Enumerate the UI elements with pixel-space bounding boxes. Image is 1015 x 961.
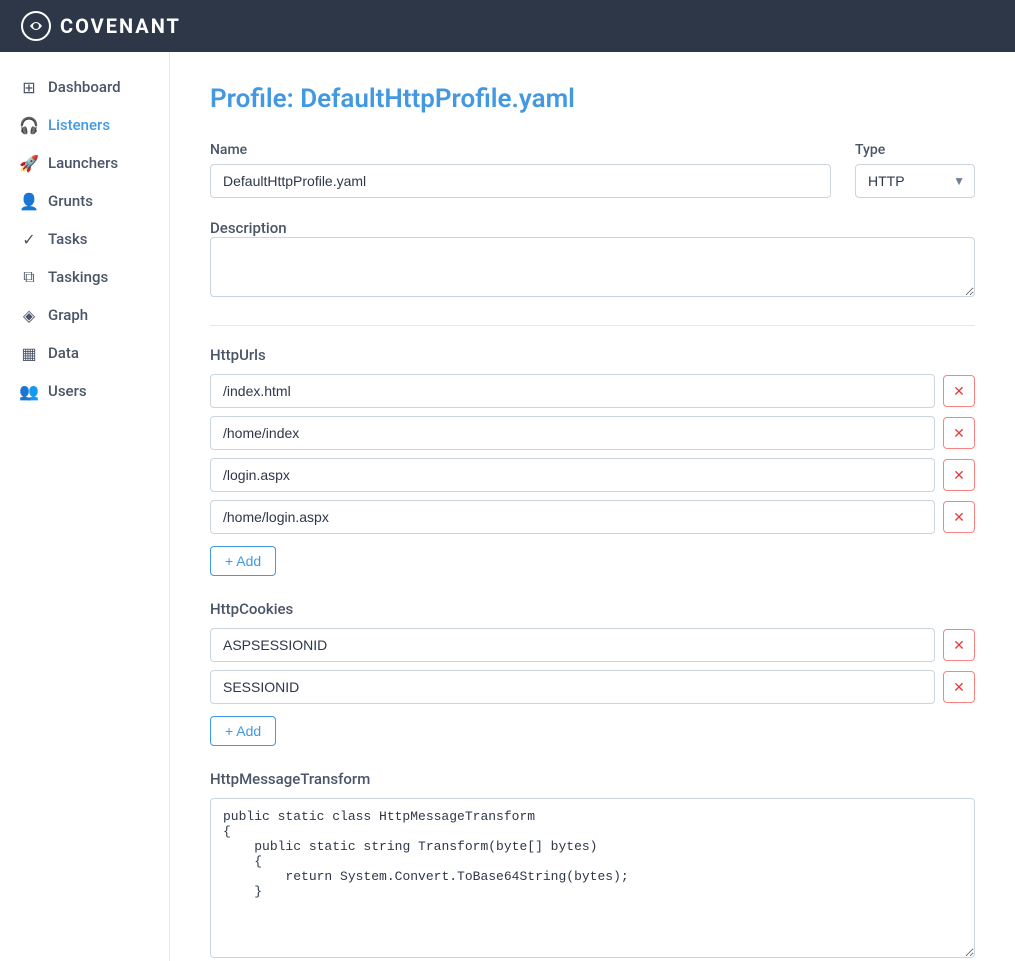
description-input[interactable] — [210, 237, 975, 297]
remove-url-3-button[interactable]: ✕ — [943, 501, 975, 533]
url-row-3: ✕ — [210, 500, 975, 534]
cookie-row-1: ✕ — [210, 670, 975, 704]
http-message-transform-input[interactable]: public static class HttpMessageTransform… — [210, 798, 975, 958]
sidebar-label-taskings: Taskings — [48, 268, 108, 286]
dashboard-icon: ⊞ — [20, 78, 38, 96]
page-title-value: DefaultHttpProfile.yaml — [300, 84, 575, 114]
type-group: Type HTTP HTTPS ▼ — [855, 142, 975, 198]
url-row-1: ✕ — [210, 416, 975, 450]
page-title-prefix: Profile: — [210, 84, 300, 114]
sidebar-item-grunts[interactable]: 👤 Grunts — [0, 182, 169, 220]
sidebar-item-tasks[interactable]: ✓ Tasks — [0, 220, 169, 258]
remove-url-0-button[interactable]: ✕ — [943, 375, 975, 407]
type-label: Type — [855, 142, 975, 158]
http-message-transform-section: HttpMessageTransform public static class… — [210, 770, 975, 961]
url-input-2[interactable] — [210, 458, 935, 492]
sidebar-label-dashboard: Dashboard — [48, 78, 121, 96]
topbar: COVENANT — [0, 0, 1015, 52]
type-select[interactable]: HTTP HTTPS — [855, 164, 975, 198]
cookie-input-0[interactable] — [210, 628, 935, 662]
name-label: Name — [210, 142, 831, 158]
sidebar: ⊞ Dashboard 🎧 Listeners 🚀 Launchers 👤 Gr… — [0, 52, 170, 961]
remove-url-2-button[interactable]: ✕ — [943, 459, 975, 491]
listeners-icon: 🎧 — [20, 116, 38, 134]
url-input-3[interactable] — [210, 500, 935, 534]
description-label: Description — [210, 219, 287, 237]
url-input-1[interactable] — [210, 416, 935, 450]
sidebar-label-graph: Graph — [48, 306, 88, 324]
sidebar-label-tasks: Tasks — [48, 230, 88, 248]
app-body: ⊞ Dashboard 🎧 Listeners 🚀 Launchers 👤 Gr… — [0, 52, 1015, 961]
sidebar-item-dashboard[interactable]: ⊞ Dashboard — [0, 68, 169, 106]
sidebar-item-data[interactable]: ▦ Data — [0, 334, 169, 372]
sidebar-item-launchers[interactable]: 🚀 Launchers — [0, 144, 169, 182]
users-icon: 👥 — [20, 382, 38, 400]
sidebar-label-listeners: Listeners — [48, 116, 110, 134]
sidebar-item-graph[interactable]: ◈ Graph — [0, 296, 169, 334]
add-cookie-button[interactable]: + Add — [210, 716, 276, 746]
sidebar-item-listeners[interactable]: 🎧 Listeners — [0, 106, 169, 144]
graph-icon: ◈ — [20, 306, 38, 324]
sidebar-label-data: Data — [48, 344, 79, 362]
covenant-logo-icon — [20, 10, 52, 42]
logo-text: COVENANT — [60, 14, 181, 38]
sidebar-item-taskings[interactable]: ⧉ Taskings — [0, 258, 169, 296]
divider-1 — [210, 325, 975, 326]
grunts-icon: 👤 — [20, 192, 38, 210]
description-section: Description — [210, 218, 975, 301]
url-row-2: ✕ — [210, 458, 975, 492]
logo[interactable]: COVENANT — [20, 10, 181, 42]
remove-url-1-button[interactable]: ✕ — [943, 417, 975, 449]
cookie-row-0: ✕ — [210, 628, 975, 662]
http-cookies-label: HttpCookies — [210, 600, 975, 618]
http-cookies-section: HttpCookies ✕ ✕ + Add — [210, 600, 975, 746]
cookie-input-1[interactable] — [210, 670, 935, 704]
main-content: Profile: DefaultHttpProfile.yaml Name Ty… — [170, 52, 1015, 961]
remove-cookie-0-button[interactable]: ✕ — [943, 629, 975, 661]
sidebar-item-users[interactable]: 👥 Users — [0, 372, 169, 410]
add-url-button[interactable]: + Add — [210, 546, 276, 576]
type-select-wrapper: HTTP HTTPS ▼ — [855, 164, 975, 198]
url-row-0: ✕ — [210, 374, 975, 408]
http-urls-section: HttpUrls ✕ ✕ ✕ ✕ + Add — [210, 346, 975, 576]
data-icon: ▦ — [20, 344, 38, 362]
name-type-row: Name Type HTTP HTTPS ▼ — [210, 142, 975, 198]
page-title: Profile: DefaultHttpProfile.yaml — [210, 84, 975, 114]
name-input[interactable] — [210, 164, 831, 198]
sidebar-label-launchers: Launchers — [48, 154, 118, 172]
remove-cookie-1-button[interactable]: ✕ — [943, 671, 975, 703]
tasks-icon: ✓ — [20, 230, 38, 248]
name-group: Name — [210, 142, 831, 198]
url-input-0[interactable] — [210, 374, 935, 408]
sidebar-label-grunts: Grunts — [48, 192, 93, 210]
sidebar-label-users: Users — [48, 382, 87, 400]
http-urls-label: HttpUrls — [210, 346, 975, 364]
launchers-icon: 🚀 — [20, 154, 38, 172]
taskings-icon: ⧉ — [20, 268, 38, 286]
http-message-transform-label: HttpMessageTransform — [210, 770, 975, 788]
